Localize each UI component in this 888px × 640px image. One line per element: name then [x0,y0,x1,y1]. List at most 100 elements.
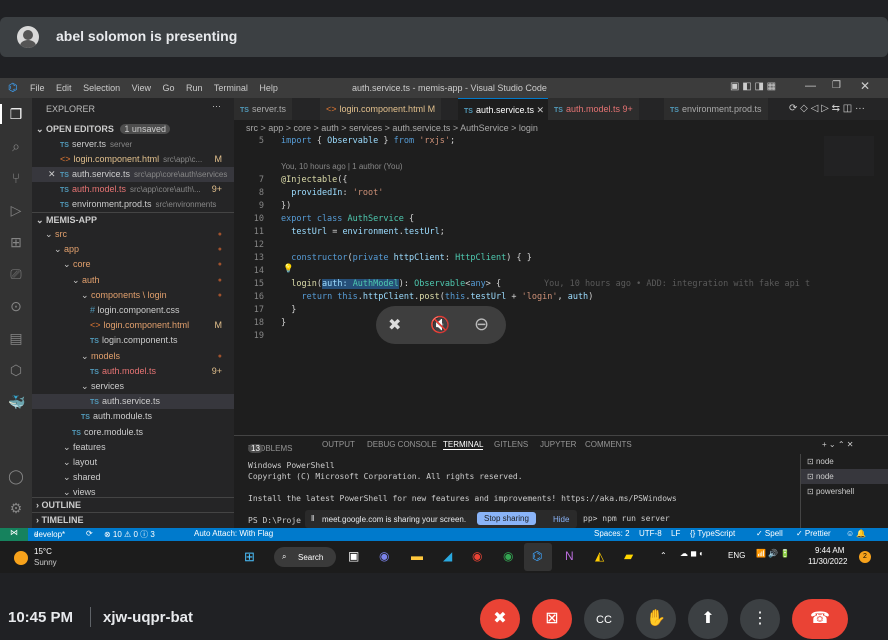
tree-folder[interactable]: ⌄ services [32,379,234,394]
tree-file[interactable]: TS core.module.ts [32,425,234,440]
menu-run[interactable]: Run [186,83,203,93]
tree-folder[interactable]: ⌄ app ● [32,242,234,257]
clock-date[interactable]: 11/30/2022 [808,557,847,566]
temperature[interactable]: 15°C [34,547,52,556]
tab-gitlens[interactable]: GITLENS [494,440,528,449]
editor-tab[interactable]: TS environment.prod.ts [664,98,769,120]
spell-status[interactable]: ✓ Spell [756,529,783,538]
layout-icons[interactable]: ▣ ◧ ◨ ▦ [730,81,776,92]
tree-file[interactable]: TS auth.model.ts 9+ [32,364,234,379]
lightbulb-icon[interactable]: 💡 [283,264,294,274]
tree-file[interactable]: TS login.component.ts [32,333,234,348]
language-status[interactable]: {} TypeScript [690,529,735,538]
tray-chevron-icon[interactable]: ⌃ [660,551,667,560]
notification-badge[interactable]: 2 [859,551,871,563]
raise-hand-button[interactable]: ✋ [636,599,676,639]
editor-actions-icons[interactable]: ⟳ ◇ ◁ ▷ ⇆ ◫ ··· [789,103,865,114]
testing-icon[interactable]: ⬡ [8,362,24,378]
task-view-icon[interactable]: ▣ [348,549,359,563]
remote-icon[interactable]: ⋈ [0,528,28,541]
chrome-profile-icon[interactable]: ◉ [503,549,513,563]
tree-folder[interactable]: ⌄ models ● [32,349,234,364]
menu-go[interactable]: Go [162,83,174,93]
tree-folder[interactable]: ⌄ core ● [32,257,234,272]
menu-file[interactable]: File [30,83,45,93]
teams-icon[interactable]: ◉ [379,549,389,563]
stop-sharing-button[interactable]: Stop sharing [477,512,536,525]
eol-status[interactable]: LF [671,529,680,538]
close-editor-icon[interactable]: ✕ [48,167,56,182]
tree-folder[interactable]: ⌄ components \ login ● [32,288,234,303]
encoding-status[interactable]: UTF-8 [639,529,662,538]
speaker-muted-icon[interactable]: 🔇 [430,315,450,335]
present-button[interactable]: ⬆ [688,599,728,639]
tree-folder[interactable]: ⌄ layout [32,455,234,470]
terminal-item[interactable]: ⊡ node [801,469,888,484]
open-editor-item[interactable]: TS server.ts server [32,137,234,152]
tree-folder[interactable]: ⌄ shared [32,470,234,485]
accounts-icon[interactable]: ◯ [8,468,24,484]
menu-view[interactable]: View [132,83,151,93]
autoattach-status[interactable]: Auto Attach: With Flag [194,529,273,538]
tree-file[interactable]: # login.component.css [32,303,234,318]
search-icon[interactable]: ⌕ [8,138,24,154]
blame-header[interactable]: You, 10 hours ago | 1 author (You) [281,162,403,171]
run-debug-icon[interactable]: ▷ [8,202,24,218]
open-editors-header[interactable]: ⌄ OPEN EDITORS 1 unsaved [32,122,234,137]
tab-debug-console[interactable]: DEBUG CONSOLE [367,440,437,449]
remote-explorer-icon[interactable]: ⎚ [8,266,24,282]
notebook-icon[interactable]: ▤ [8,330,24,346]
tree-file[interactable]: TS auth.service.ts [32,394,234,410]
chrome-icon[interactable]: ◉ [472,549,482,563]
terminal-item[interactable]: ⊡ powershell [801,484,888,499]
tab-terminal[interactable]: TERMINAL [443,440,484,450]
more-actions-icon[interactable]: ··· [212,101,221,111]
mic-off-button[interactable]: ✖ [480,599,520,639]
editor-tab[interactable]: <> login.component.html M [320,98,443,120]
tree-file[interactable]: TS auth.module.ts [32,409,234,424]
minimize-icon[interactable]: — [805,80,816,92]
feedback-icon[interactable]: ☺ 🔔 [846,529,866,538]
sync-icon[interactable]: ⟳ [86,529,93,538]
tab-jupyter[interactable]: JUPYTER [540,440,576,449]
open-editor-item[interactable]: TS environment.prod.ts src\environments [32,197,234,212]
menu-terminal[interactable]: Terminal [214,83,248,93]
minimap[interactable] [824,136,874,176]
menu-selection[interactable]: Selection [83,83,120,93]
tab-comments[interactable]: COMMENTS [585,440,632,449]
explorer-icon[interactable]: ❐ [8,106,24,122]
prettier-status[interactable]: ✓ Prettier [796,529,831,538]
breadcrumb[interactable]: src > app > core > auth > services > aut… [246,123,538,133]
network-volume-battery-icons[interactable]: 📶 🔊 🔋 [756,549,790,558]
tab-output[interactable]: OUTPUT [322,440,355,449]
gitlens-icon[interactable]: ⊙ [8,298,24,314]
tree-folder[interactable]: ⌄ features [32,440,234,455]
clock-time[interactable]: 9:44 AM [815,546,844,555]
vscode-taskbar-button[interactable]: ⌬ [524,543,552,571]
source-control-icon[interactable]: ⑂ [8,170,24,186]
timeline-header[interactable]: › TIMELINE [32,512,234,527]
mic-off-icon[interactable]: ✖ [388,315,401,335]
windows-start-icon[interactable]: ⊞ [244,549,255,565]
search-box[interactable]: ⌕ Search [274,547,336,567]
more-options-button[interactable]: ⋮ [740,599,780,639]
sticky-notes-icon[interactable]: ▰ [624,549,633,563]
project-header[interactable]: ⌄ MEMIS-APP [32,212,234,227]
tree-folder[interactable]: ⌄ auth ● [32,273,234,288]
close-icon[interactable]: ✕ [860,79,870,93]
docker-icon[interactable]: 🐳 [8,394,25,410]
menu-edit[interactable]: Edit [56,83,72,93]
settings-gear-icon[interactable]: ⚙ [8,500,24,516]
tree-file[interactable]: <> login.component.html M [32,318,234,333]
minus-circle-icon[interactable]: ⊖ [474,314,489,335]
hide-button[interactable]: Hide [553,515,569,524]
captions-button[interactable]: CC [584,599,624,639]
close-tab-icon[interactable]: ✕ [534,105,544,115]
terminal-item[interactable]: ⊡ node [801,454,888,469]
open-editor-item[interactable]: TS auth.service.ts src\app\core\auth\servi… [32,167,234,182]
file-explorer-icon[interactable]: ▬ [411,549,423,563]
editor-tab[interactable]: TS auth.model.ts 9+ [548,98,640,120]
spaces-status[interactable]: Spaces: 2 [594,529,630,538]
weather-text[interactable]: Sunny [34,558,57,567]
menu-help[interactable]: Help [259,83,278,93]
